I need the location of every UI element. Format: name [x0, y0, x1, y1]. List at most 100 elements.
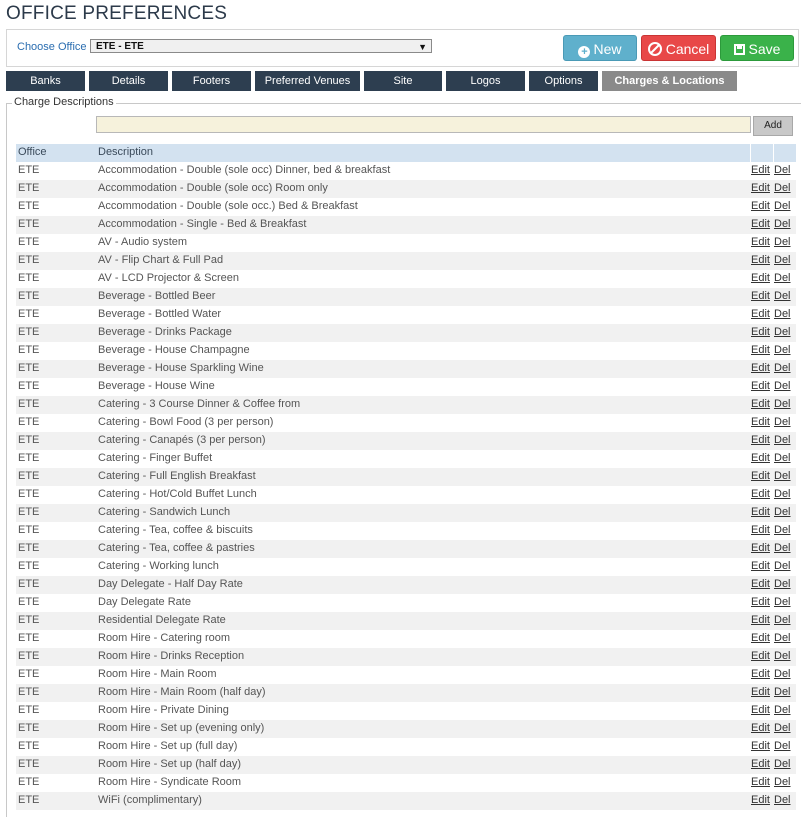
delete-link[interactable]: Del — [774, 704, 791, 716]
delete-link[interactable]: Del — [774, 470, 791, 482]
edit-link[interactable]: Edit — [751, 254, 770, 266]
tab-banks[interactable]: Banks — [6, 71, 85, 91]
tab-details[interactable]: Details — [89, 71, 168, 91]
delete-link[interactable]: Del — [774, 182, 791, 194]
edit-link[interactable]: Edit — [751, 596, 770, 608]
save-button[interactable]: Save — [720, 35, 794, 61]
table-row: ETE AV - LCD Projector & Screen Edit Del — [16, 270, 796, 288]
edit-link[interactable]: Edit — [751, 668, 770, 680]
tab-site[interactable]: Site — [364, 71, 442, 91]
edit-link[interactable]: Edit — [751, 758, 770, 770]
delete-link[interactable]: Del — [774, 668, 791, 680]
edit-link[interactable]: Edit — [751, 326, 770, 338]
edit-link[interactable]: Edit — [751, 686, 770, 698]
description-cell: Catering - 3 Course Dinner & Coffee from — [98, 398, 301, 410]
delete-link[interactable]: Del — [774, 758, 791, 770]
new-charge-description-input[interactable] — [96, 116, 751, 133]
edit-link[interactable]: Edit — [751, 506, 770, 518]
delete-link[interactable]: Del — [774, 344, 791, 356]
office-cell: ETE — [18, 722, 40, 734]
delete-link[interactable]: Del — [774, 794, 791, 806]
edit-link[interactable]: Edit — [751, 704, 770, 716]
delete-link[interactable]: Del — [774, 416, 791, 428]
office-cell: ETE — [18, 668, 40, 680]
delete-link[interactable]: Del — [774, 380, 791, 392]
edit-link[interactable]: Edit — [751, 578, 770, 590]
tab-logos[interactable]: Logos — [446, 71, 525, 91]
edit-link[interactable]: Edit — [751, 290, 770, 302]
delete-link[interactable]: Del — [774, 362, 791, 374]
delete-link[interactable]: Del — [774, 632, 791, 644]
delete-link[interactable]: Del — [774, 308, 791, 320]
delete-link[interactable]: Del — [774, 776, 791, 788]
edit-link[interactable]: Edit — [751, 614, 770, 626]
edit-link[interactable]: Edit — [751, 488, 770, 500]
delete-link[interactable]: Del — [774, 236, 791, 248]
tab-options[interactable]: Options — [529, 71, 598, 91]
delete-link[interactable]: Del — [774, 596, 791, 608]
delete-link[interactable]: Del — [774, 740, 791, 752]
tab-footers[interactable]: Footers — [172, 71, 251, 91]
delete-link[interactable]: Del — [774, 560, 791, 572]
edit-link[interactable]: Edit — [751, 182, 770, 194]
edit-link[interactable]: Edit — [751, 380, 770, 392]
edit-link[interactable]: Edit — [751, 362, 770, 374]
delete-link[interactable]: Del — [774, 290, 791, 302]
edit-link[interactable]: Edit — [751, 200, 770, 212]
edit-link[interactable]: Edit — [751, 722, 770, 734]
new-button[interactable]: + New — [563, 35, 637, 61]
description-cell: Residential Delegate Rate — [98, 614, 226, 626]
office-cell: ETE — [18, 434, 40, 446]
edit-link[interactable]: Edit — [751, 164, 770, 176]
edit-link[interactable]: Edit — [751, 398, 770, 410]
delete-link[interactable]: Del — [774, 488, 791, 500]
edit-link[interactable]: Edit — [751, 776, 770, 788]
edit-link[interactable]: Edit — [751, 560, 770, 572]
delete-link[interactable]: Del — [774, 398, 791, 410]
delete-link[interactable]: Del — [774, 542, 791, 554]
delete-link[interactable]: Del — [774, 650, 791, 662]
delete-link[interactable]: Del — [774, 164, 791, 176]
tab-charges-locations[interactable]: Charges & Locations — [602, 71, 737, 91]
delete-link[interactable]: Del — [774, 434, 791, 446]
page-title: OFFICE PREFERENCES — [6, 3, 228, 24]
table-row: ETE Day Delegate - Half Day Rate Edit Del — [16, 576, 796, 594]
edit-link[interactable]: Edit — [751, 308, 770, 320]
cancel-button-label: Cancel — [665, 41, 710, 57]
office-select[interactable]: ETE - ETE ▼ — [90, 39, 432, 53]
edit-link[interactable]: Edit — [751, 272, 770, 284]
delete-link[interactable]: Del — [774, 614, 791, 626]
edit-link[interactable]: Edit — [751, 740, 770, 752]
delete-link[interactable]: Del — [774, 506, 791, 518]
edit-link[interactable]: Edit — [751, 218, 770, 230]
delete-link[interactable]: Del — [774, 326, 791, 338]
edit-link[interactable]: Edit — [751, 542, 770, 554]
edit-link[interactable]: Edit — [751, 236, 770, 248]
edit-link[interactable]: Edit — [751, 524, 770, 536]
description-cell: Catering - Canapés (3 per person) — [98, 434, 266, 446]
edit-link[interactable]: Edit — [751, 632, 770, 644]
edit-link[interactable]: Edit — [751, 650, 770, 662]
delete-link[interactable]: Del — [774, 578, 791, 590]
delete-link[interactable]: Del — [774, 686, 791, 698]
edit-link[interactable]: Edit — [751, 470, 770, 482]
tab-preferred-venues[interactable]: Preferred Venues — [255, 71, 360, 91]
edit-link[interactable]: Edit — [751, 344, 770, 356]
edit-link[interactable]: Edit — [751, 416, 770, 428]
delete-link[interactable]: Del — [774, 524, 791, 536]
delete-link[interactable]: Del — [774, 254, 791, 266]
description-cell: Accommodation - Single - Bed & Breakfast — [98, 218, 307, 230]
delete-link[interactable]: Del — [774, 452, 791, 464]
edit-link[interactable]: Edit — [751, 794, 770, 806]
delete-link[interactable]: Del — [774, 200, 791, 212]
delete-link[interactable]: Del — [774, 218, 791, 230]
office-cell: ETE — [18, 524, 40, 536]
cancel-button[interactable]: Cancel — [641, 35, 716, 61]
add-button[interactable]: Add — [753, 116, 793, 136]
office-cell: ETE — [18, 542, 40, 554]
edit-link[interactable]: Edit — [751, 452, 770, 464]
delete-link[interactable]: Del — [774, 722, 791, 734]
edit-link[interactable]: Edit — [751, 434, 770, 446]
delete-link[interactable]: Del — [774, 272, 791, 284]
table-row: ETE Beverage - House Champagne Edit Del — [16, 342, 796, 360]
